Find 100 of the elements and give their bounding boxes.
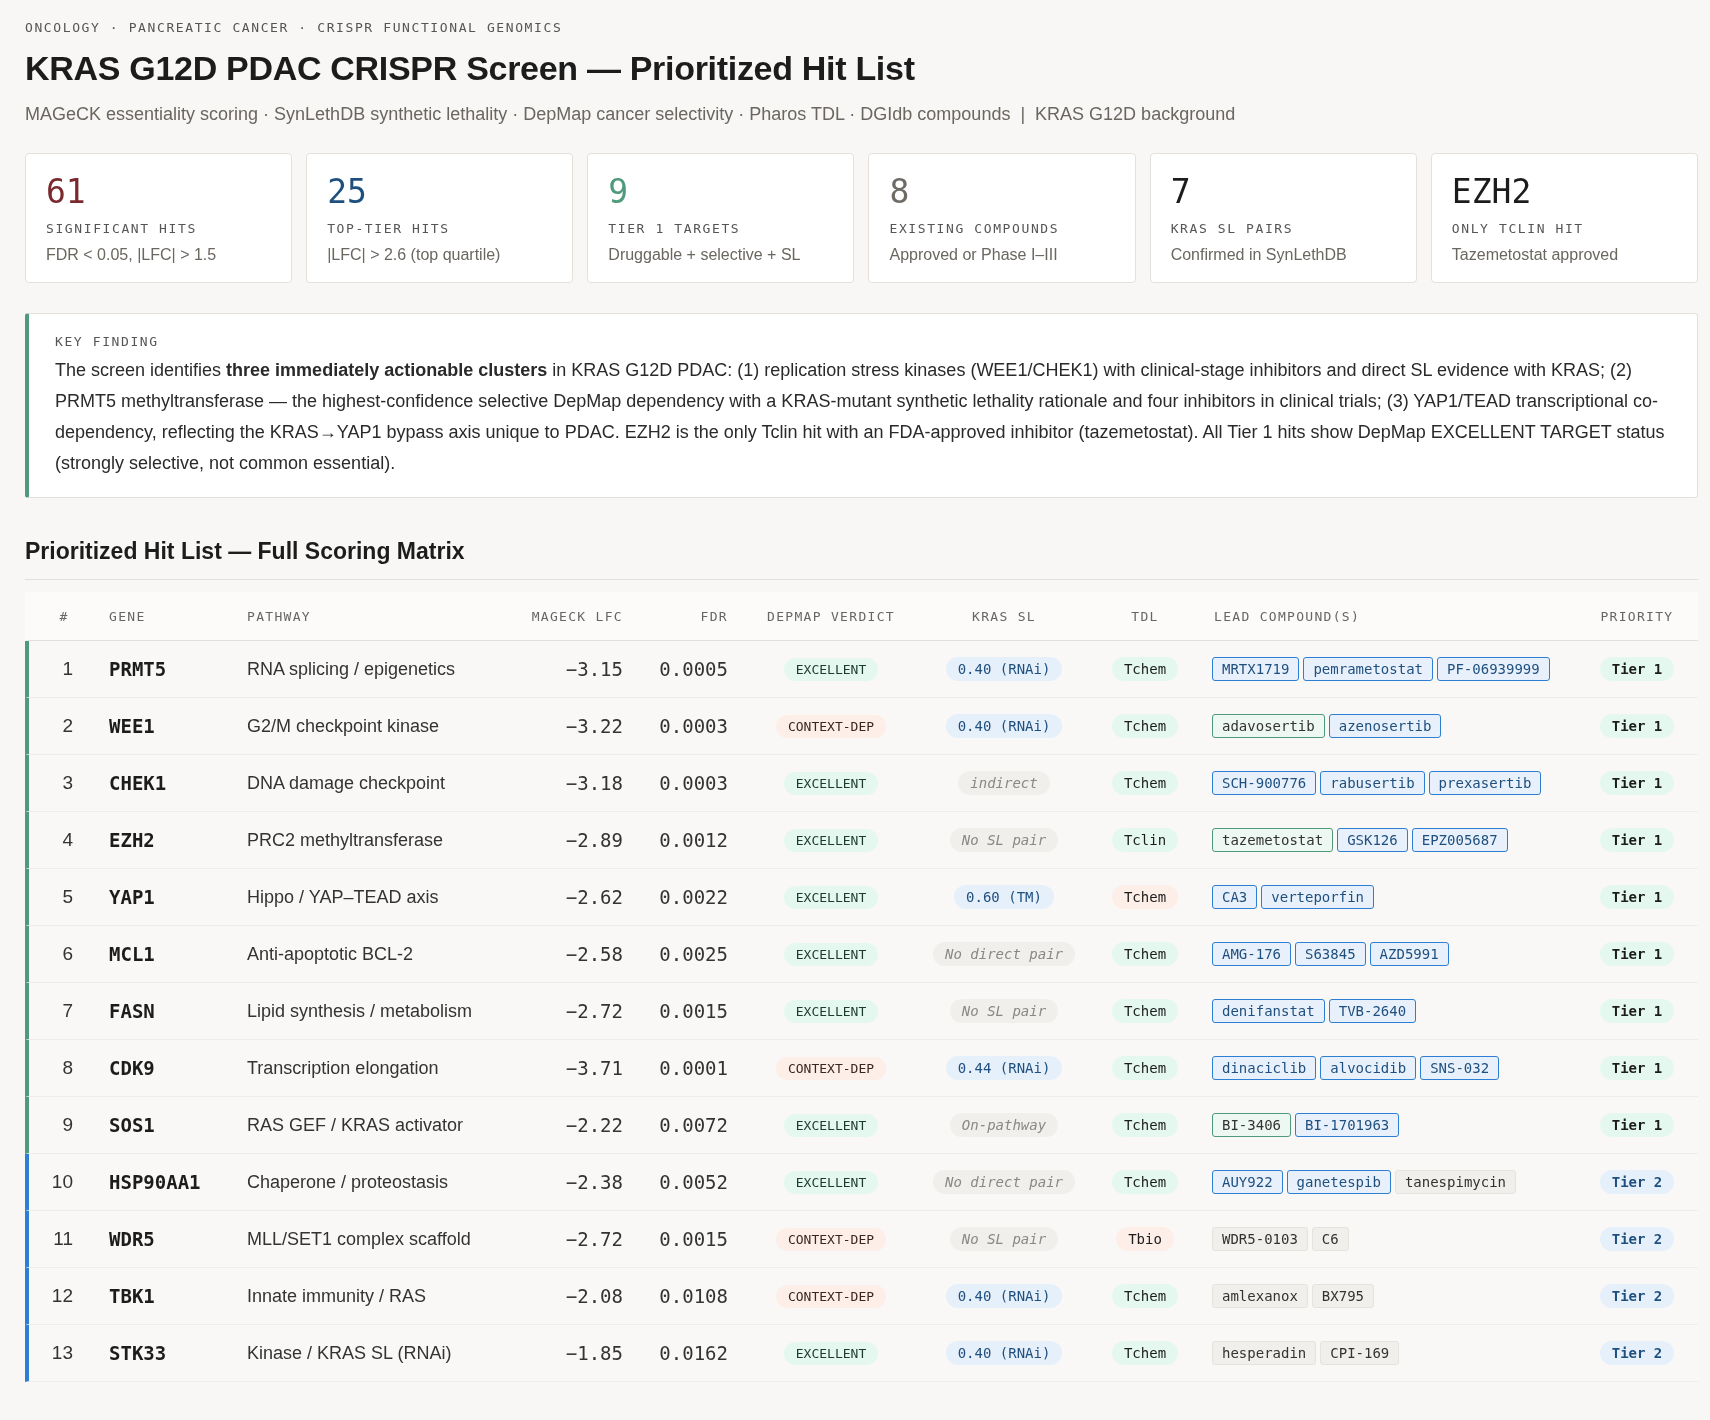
rank-cell-text: 2: [61, 715, 74, 737]
compound-tag: hesperadin: [1212, 1341, 1317, 1365]
gene-cell-text: CDK9: [108, 1057, 156, 1079]
stat-value: 7: [1170, 172, 1192, 211]
compound-tag: BI-1701963: [1295, 1113, 1400, 1137]
kras-sl-badge: 0.40 (RNAi): [945, 1341, 1063, 1365]
lfc-cell-text: −2.08: [564, 1285, 624, 1307]
stat-label: ONLY TCLIN HIT: [1451, 221, 1585, 236]
compound-tag: C6: [1311, 1227, 1349, 1251]
tdl-badge: Tchem: [1111, 657, 1179, 681]
lfc-cell-text: −3.18: [564, 772, 624, 794]
kras-sl-badge: 0.40 (RNAi): [945, 714, 1063, 738]
compound-tag: tazemetostat: [1212, 828, 1334, 852]
priority-badge: Tier 2: [1599, 1170, 1675, 1194]
priority-badge: Tier 1: [1599, 771, 1675, 795]
priority-badge: Tier 1: [1599, 657, 1675, 681]
column-header: PATHWAY: [246, 608, 312, 624]
pathway-cell-text: Chaperone / proteostasis: [246, 1171, 450, 1193]
fdr-cell-text: 0.0012: [658, 829, 729, 851]
compound-tag: GSK126: [1337, 828, 1408, 852]
lfc-cell-text: −2.89: [564, 829, 624, 851]
gene-cell-text: SOS1: [108, 1114, 156, 1136]
compound-tag: verteporfin: [1261, 885, 1374, 909]
gene-cell-text: PRMT5: [108, 658, 168, 680]
gene-cell-text: WDR5: [108, 1228, 156, 1250]
kras-sl-badge: On-pathway: [949, 1113, 1059, 1137]
fdr-cell-text: 0.0015: [658, 1228, 729, 1250]
fdr-cell-text: 0.0025: [658, 943, 729, 965]
compound-tag: TVB-2640: [1328, 999, 1417, 1023]
compound-tag: AUY922: [1212, 1170, 1283, 1194]
column-header: KRAS SL: [971, 608, 1037, 624]
tdl-badge: Tchem: [1111, 885, 1179, 909]
verdict-badge: EXCELLENT: [783, 657, 879, 681]
stat-value: 8: [889, 172, 911, 211]
compound-tag: AZD5991: [1369, 942, 1449, 966]
compound-tag: BI-3406: [1212, 1113, 1291, 1137]
tdl-badge: Tbio: [1116, 1227, 1174, 1251]
priority-badge: Tier 1: [1599, 999, 1675, 1023]
gene-cell-text: TBK1: [108, 1285, 156, 1307]
rank-cell-text: 1: [61, 658, 74, 680]
compound-tag: azenosertib: [1328, 714, 1442, 738]
stat-note: Approved or Phase I–III: [889, 246, 1059, 264]
stat-label: TIER 1 TARGETS: [608, 221, 742, 236]
rank-cell-text: 9: [61, 1114, 74, 1136]
rank-cell-text: 7: [61, 1000, 74, 1022]
rank-cell-text: 5: [61, 886, 74, 908]
rank-cell-text: 13: [50, 1342, 74, 1364]
priority-badge: Tier 1: [1599, 1056, 1675, 1080]
stat-label: SIGNIFICANT HITS: [46, 221, 198, 236]
pathway-cell-text: Lipid synthesis / metabolism: [246, 1000, 474, 1022]
compound-tag: rabusertib: [1320, 771, 1425, 795]
section-title: Prioritized Hit List — Full Scoring Matrix: [25, 538, 1698, 580]
verdict-badge: CONTEXT-DEP: [775, 714, 887, 738]
gene-cell-text: FASN: [108, 1000, 156, 1022]
fdr-cell-text: 0.0108: [658, 1285, 729, 1307]
verdict-badge: EXCELLENT: [783, 999, 879, 1023]
verdict-badge: EXCELLENT: [783, 771, 879, 795]
compound-tag: CPI-169: [1320, 1341, 1400, 1365]
stat-note: Druggable + selective + SL: [608, 246, 802, 264]
column-header: MAGECK LFC: [530, 608, 624, 624]
stat-note: |LFC| > 2.6 (top quartile): [327, 246, 502, 264]
priority-badge: Tier 2: [1599, 1227, 1675, 1251]
gene-cell-text: CHEK1: [108, 772, 168, 794]
compound-tag: AMG-176: [1212, 942, 1291, 966]
column-header: #: [58, 608, 70, 624]
page-title: KRAS G12D PDAC CRISPR Screen — Prioritized Hit List: [25, 49, 916, 88]
compound-tag: denifanstat: [1212, 999, 1325, 1023]
lfc-cell-text: −3.22: [564, 715, 624, 737]
gene-cell-text: YAP1: [108, 886, 156, 908]
stat-value: 9: [608, 172, 630, 211]
pathway-cell-text: Hippo / YAP–TEAD axis: [246, 886, 440, 908]
stat-label: EXISTING COMPOUNDS: [889, 221, 1061, 236]
stat-value: 61: [46, 172, 87, 211]
tdl-badge: Tchem: [1111, 942, 1179, 966]
compound-tag: S63845: [1295, 942, 1366, 966]
fdr-cell-text: 0.0005: [658, 658, 729, 680]
lfc-cell-text: −1.85: [564, 1342, 624, 1364]
priority-badge: Tier 2: [1599, 1284, 1675, 1308]
tdl-badge: Tchem: [1111, 1113, 1179, 1137]
key-finding-text: The screen identifies three immediately actionable clusters in KRAS G12D PDAC: (1) replication stress kinases (WEE1/CHEK1) with clinical-stage inhibitors and direct SL evidence with KRAS; (2) PRMT5 methyltransferase — the highest-confidence selective DepMap dependency with a KRAS-mutant synthetic lethality rationale and four inhibitors in clinical trials; (3) YAP1/TEAD transcriptional co-dependency, reflecting the KRAS→YAP1 bypass axis unique to PDAC. EZH2 is the only Tclin hit with an FDA-approved inhibitor (tazemetostat). All Tier 1 hits show DepMap EXCELLENT TARGET status (strongly selective, not common essential).: [55, 359, 1666, 475]
pathway-cell-text: RAS GEF / KRAS activator: [246, 1114, 465, 1136]
rank-cell-text: 3: [61, 772, 74, 794]
compound-tag: dinaciclib: [1212, 1056, 1317, 1080]
kras-sl-badge: No direct pair: [933, 1170, 1075, 1194]
verdict-badge: CONTEXT-DEP: [775, 1284, 887, 1308]
key-finding-label: KEY FINDING: [55, 334, 160, 349]
pathway-cell-text: RNA splicing / epigenetics: [246, 658, 457, 680]
kras-sl-badge: 0.40 (RNAi): [945, 657, 1063, 681]
verdict-badge: EXCELLENT: [783, 1341, 879, 1365]
priority-badge: Tier 2: [1599, 1341, 1675, 1365]
compound-tag: MRTX1719: [1212, 657, 1300, 681]
verdict-badge: EXCELLENT: [783, 1113, 879, 1137]
fdr-cell-text: 0.0052: [658, 1171, 729, 1193]
tdl-badge: Tchem: [1111, 714, 1179, 738]
priority-badge: Tier 1: [1599, 885, 1675, 909]
stat-value: 25: [327, 172, 368, 211]
rank-cell-text: 8: [61, 1057, 74, 1079]
pathway-cell-text: PRC2 methyltransferase: [246, 829, 445, 851]
column-header: FDR: [699, 608, 729, 624]
kras-sl-badge: 0.60 (TM): [954, 885, 1054, 909]
